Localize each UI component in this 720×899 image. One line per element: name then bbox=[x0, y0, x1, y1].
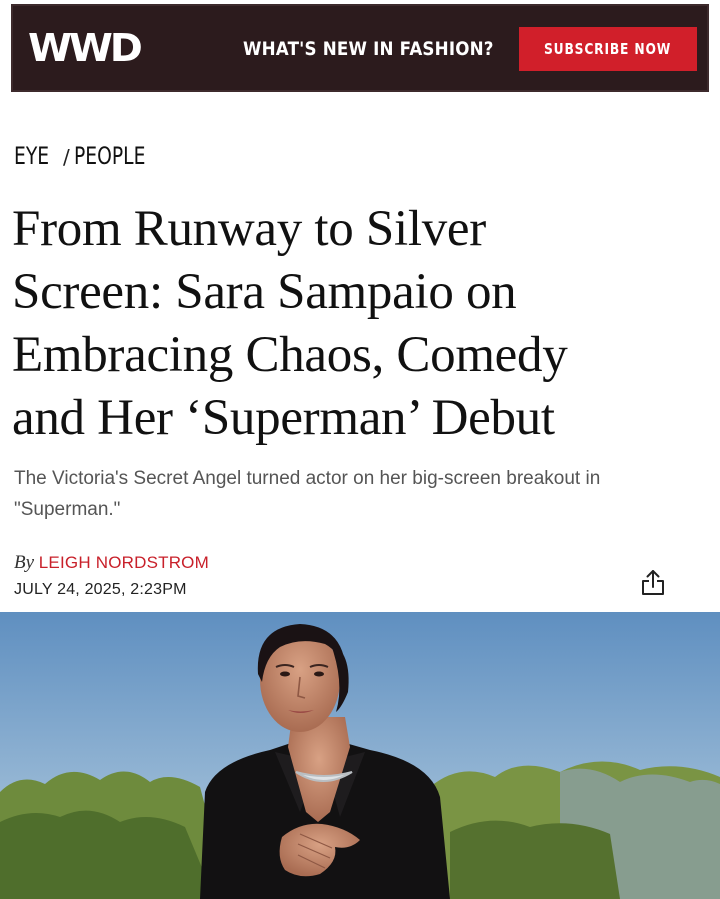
breadcrumb: EYE / PEOPLE bbox=[14, 140, 165, 173]
whats-new-link[interactable]: WHAT'S NEW IN FASHION? bbox=[243, 36, 494, 62]
title-line: Screen: Sara Sampaio on bbox=[12, 264, 517, 320]
header-bar: WWD WHAT'S NEW IN FASHION? SUBSCRIBE NOW bbox=[11, 4, 709, 92]
title-line: Embracing Chaos, Comedy bbox=[12, 327, 568, 383]
article-dek: The Victoria's Secret Angel turned actor… bbox=[14, 468, 601, 520]
wwd-logo[interactable]: WWD bbox=[28, 26, 143, 70]
share-icon[interactable] bbox=[638, 568, 668, 598]
hero-image bbox=[0, 612, 720, 899]
breadcrumb-separator: / bbox=[63, 145, 70, 169]
subscribe-button[interactable]: SUBSCRIBE NOW bbox=[519, 27, 697, 71]
breadcrumb-people[interactable]: PEOPLE bbox=[74, 140, 145, 172]
byline: By LEIGH NORDSTROM bbox=[14, 551, 209, 575]
title-line: and Her ‘Superman’ Debut bbox=[12, 390, 555, 446]
site-header: WWD WHAT'S NEW IN FASHION? SUBSCRIBE NOW bbox=[0, 0, 720, 104]
byline-prefix: By bbox=[14, 552, 35, 573]
title-line: From Runway to Silver bbox=[12, 201, 486, 257]
subscribe-button-label: SUBSCRIBE NOW bbox=[544, 40, 672, 58]
publish-date: JULY 24, 2025, 2:23PM bbox=[14, 581, 187, 598]
author-link[interactable]: LEIGH NORDSTROM bbox=[39, 553, 209, 572]
article-title: From Runway to Silver Screen: Sara Sampa… bbox=[12, 198, 712, 450]
breadcrumb-eye[interactable]: EYE bbox=[14, 140, 49, 172]
